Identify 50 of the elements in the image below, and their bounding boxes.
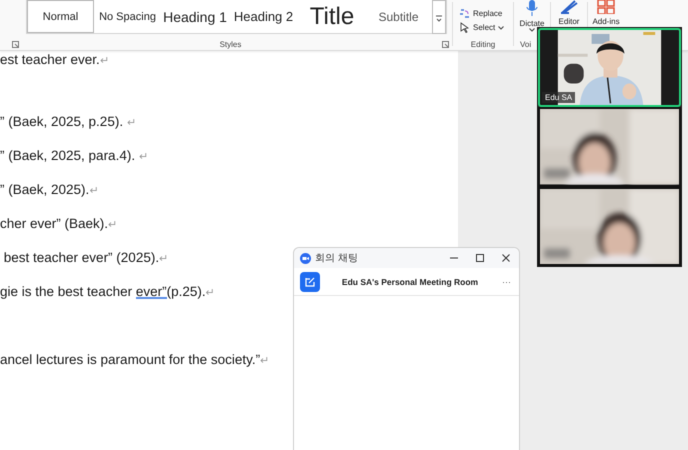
close-icon[interactable] (501, 253, 511, 263)
text-run: ancel lectures is paramount for the society.” (0, 352, 260, 366)
caret-icon[interactable] (529, 28, 535, 32)
group-label: Styles (220, 40, 242, 49)
flagged-word: ever” (136, 284, 167, 298)
style-option[interactable]: No Spacing (94, 0, 161, 33)
style-option[interactable]: Heading 1 (161, 0, 229, 33)
style-option[interactable]: Heading 2 (229, 0, 298, 33)
text-run: cher ever” (Baek). (0, 216, 108, 230)
pen-icon (560, 0, 578, 14)
caret-icon (498, 26, 504, 30)
replace-button[interactable]: Replace (459, 8, 504, 19)
more-icon[interactable] (432, 0, 446, 34)
style-option[interactable]: Normal (27, 0, 94, 33)
paragraph-mark: ↵ (108, 218, 118, 230)
microphone-icon (526, 0, 538, 16)
grid-icon (597, 0, 615, 14)
text-run: ” (Baek, 2025, para.4). (0, 148, 136, 162)
maximize-icon[interactable] (475, 253, 485, 263)
paragraph-mark: ↵ (100, 54, 109, 66)
paragraph-mark: ↵ (206, 286, 215, 298)
meeting-room-title: Edu SA's Personal Meeting Room (340, 276, 480, 286)
paragraph-mark: ↵ (89, 184, 98, 196)
paragraph-mark: ↵ (138, 150, 148, 162)
paragraph-mark: ↵ (159, 252, 168, 264)
group-label: Editing (470, 40, 496, 49)
launcher-icon[interactable] (12, 41, 19, 48)
more-button[interactable]: ··· (500, 276, 513, 286)
add-ins-button[interactable]: Add-ins (592, 0, 620, 26)
paragraph-mark: ↵ (126, 116, 136, 128)
group-label: Voi (520, 40, 532, 49)
paragraph-mark: ↵ (260, 354, 270, 366)
logo-icon (300, 252, 311, 264)
editor-button[interactable]: Editor (558, 0, 580, 26)
text-run: (p.25). (166, 284, 206, 298)
participant-name: Edu SA (542, 92, 576, 104)
style-option[interactable]: Title (298, 0, 366, 33)
text-run: gie is the best teacher (0, 284, 134, 298)
text-run: best teacher ever” (2025). (2, 250, 160, 264)
text-run: est teacher ever. (0, 52, 100, 66)
window-title: 회의 채팅 (315, 252, 358, 265)
compose-icon[interactable] (300, 272, 320, 292)
replace-icon (459, 8, 470, 19)
style-option[interactable]: Subtitle (366, 0, 431, 33)
text-run: ” (Baek, 2025). (0, 182, 90, 196)
select-button[interactable]: Select (459, 22, 504, 33)
dictate-button[interactable]: Dictate (520, 0, 544, 28)
text-run: ” (Baek, 2025, p.25). (0, 114, 124, 128)
cursor-icon (459, 22, 470, 33)
launcher-icon[interactable] (442, 41, 449, 48)
